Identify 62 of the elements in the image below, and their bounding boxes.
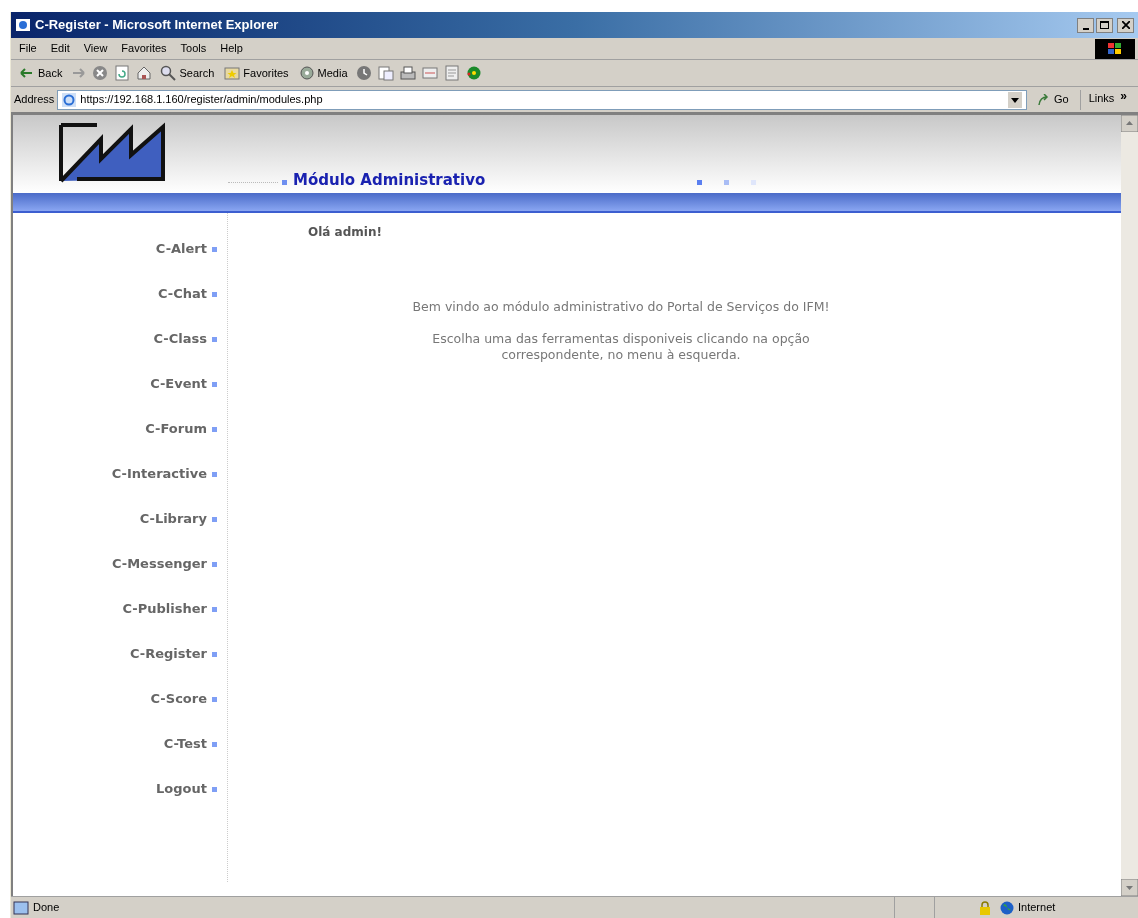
search-icon: [160, 65, 177, 81]
browser-icon: [15, 17, 31, 33]
lock-icon: [979, 900, 991, 915]
sidebar-link[interactable]: C-Interactive: [111, 464, 217, 484]
globe-icon: [1000, 900, 1014, 915]
scroll-up-icon[interactable]: [1121, 115, 1138, 132]
media-icon: [298, 65, 315, 81]
sidebar-link[interactable]: C-Score: [150, 689, 217, 709]
go-arrow-icon: [1037, 93, 1050, 106]
sidebar-link[interactable]: C-Library: [139, 509, 217, 529]
back-button[interactable]: Back: [17, 62, 65, 84]
links-button[interactable]: Links »: [1079, 89, 1135, 110]
address-field[interactable]: https://192.168.1.160/register/admin/modules.php: [57, 89, 1027, 110]
clock-icon[interactable]: [355, 65, 372, 81]
sidebar-link[interactable]: C-Alert: [155, 239, 217, 259]
printer-icon[interactable]: [399, 65, 416, 81]
sidebar-link[interactable]: C-Forum: [145, 419, 217, 439]
media-button[interactable]: Media: [296, 62, 350, 84]
close-button[interactable]: [1117, 17, 1134, 33]
greeting-text: Olá admin!: [308, 224, 383, 241]
sidebar-link[interactable]: C-Register: [130, 644, 217, 664]
status-text: Done: [33, 900, 60, 916]
window-title: C-Register - Microsoft Internet Explorer: [35, 16, 279, 35]
sidebar-link[interactable]: C-Class: [153, 329, 217, 349]
sidebar-link[interactable]: C-Messenger: [111, 554, 217, 574]
welcome-paragraph: Bem vindo ao módulo administrativo do Portal de Serviços do IFM!: [411, 299, 831, 315]
sidebar-link[interactable]: C-Event: [150, 374, 217, 394]
stop-icon[interactable]: [92, 65, 109, 81]
sidebar-link[interactable]: C-Chat: [157, 284, 217, 304]
page-icon: [62, 92, 77, 107]
refresh-icon[interactable]: [114, 65, 131, 81]
document-icon[interactable]: [421, 65, 438, 81]
scroll-down-icon[interactable]: [1121, 879, 1138, 896]
maximize-button[interactable]: [1096, 17, 1113, 33]
windows-logo-icon: [1095, 38, 1135, 59]
menu-item[interactable]: Edit: [50, 40, 70, 57]
menu-item[interactable]: Favorites: [121, 40, 167, 57]
menu-item[interactable]: File: [19, 40, 37, 57]
welcome-paragraph: Escolha uma das ferramentas disponiveis clicando na opção correspondente, no menu à esquerda.: [431, 331, 811, 363]
page-heading: Módulo Administrativo: [293, 169, 486, 191]
menu-item[interactable]: View: [83, 40, 108, 57]
sidebar-link[interactable]: Logout: [156, 779, 217, 799]
close-icon: [1121, 21, 1130, 29]
favorites-button[interactable]: Favorites: [222, 62, 291, 84]
mail-icon[interactable]: [377, 65, 394, 81]
zone-text: Internet: [1018, 900, 1057, 916]
scrollbar[interactable]: [1121, 115, 1138, 896]
minimize-button[interactable]: [1077, 17, 1094, 33]
menu-item[interactable]: Tools: [180, 40, 207, 57]
dots-icon: [697, 180, 757, 185]
flower-icon[interactable]: [465, 65, 482, 81]
search-button[interactable]: Search: [158, 62, 217, 84]
menu-item[interactable]: Help: [220, 40, 243, 57]
document-icon[interactable]: [443, 65, 460, 81]
go-button[interactable]: Go: [1029, 89, 1077, 110]
sidebar-link[interactable]: C-Test: [163, 734, 217, 754]
star-folder-icon: [224, 65, 241, 81]
home-icon[interactable]: [136, 65, 153, 81]
address-label: Address: [14, 92, 55, 108]
page-icon: [13, 900, 29, 915]
sidebar-link[interactable]: C-Publisher: [122, 599, 217, 619]
bullet-icon: [282, 180, 287, 185]
